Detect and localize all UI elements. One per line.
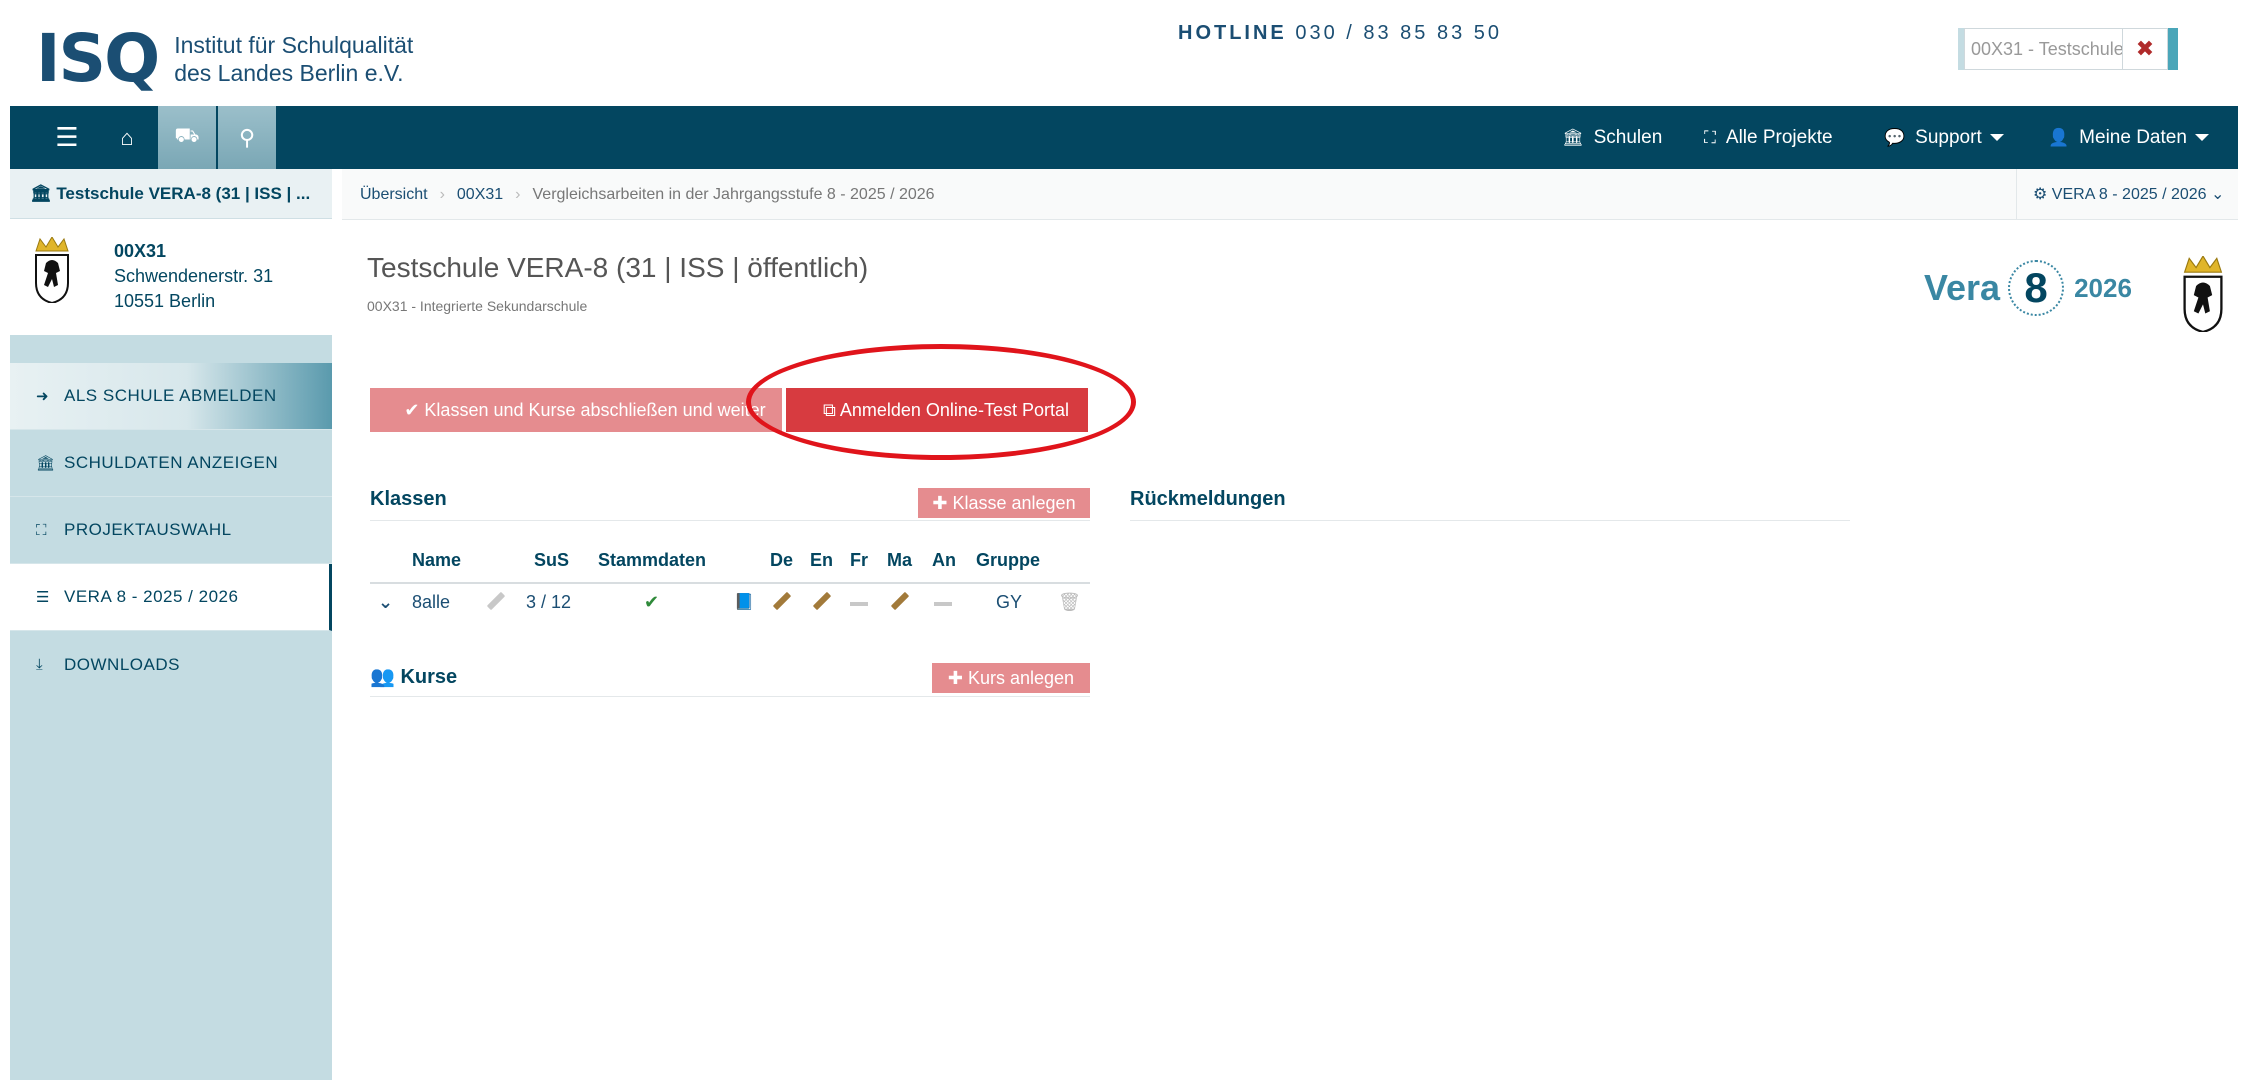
col-fr: Fr — [850, 550, 868, 570]
breadcrumb-current: Vergleichsarbeiten in der Jahrgangsstufe… — [532, 186, 935, 203]
bank-icon: 🏛 — [30, 184, 57, 203]
users-icon: 👥 — [370, 666, 401, 688]
sidebar-school-title[interactable]: 🏛 Testschule VERA-8 (31 | ISS | ... — [10, 169, 332, 219]
close-icon[interactable]: ✖ — [2122, 28, 2168, 70]
check-icon: ✔ — [644, 592, 660, 612]
chevron-down-icon: ⌄ — [2206, 186, 2225, 203]
gear-icon: ⚙ — [2033, 186, 2052, 203]
selected-school-chip: 00X31 - Testschule VERA-8 ✖ — [1958, 28, 2178, 70]
top-header: ISQ Institut für Schulqualität des Lande… — [10, 0, 2238, 106]
page-title: Testschule VERA-8 (31 | ISS | öffentlich… — [367, 252, 869, 283]
breadcrumb-separator: › — [439, 186, 445, 203]
search-icon[interactable]: ⚲ — [218, 106, 276, 169]
add-course-button[interactable]: ✚ Kurs anlegen — [932, 663, 1090, 693]
isq-logo[interactable]: ISQ Institut für Schulqualität des Lande… — [36, 24, 413, 94]
col-gruppe: Gruppe — [976, 550, 1041, 570]
main-navbar: ☰ ⌂ ⛟ ⚲ 🏛 Schulen ⛶ Alle Projekte 💬 Support… — [10, 106, 2238, 169]
kurse-title: 👥 Kurse — [370, 666, 458, 688]
edit-ma-icon[interactable] — [890, 591, 910, 611]
breadcrumb-overview[interactable]: Übersicht — [360, 169, 428, 220]
breadcrumb-separator: › — [515, 186, 521, 203]
chat-icon: 💬 — [1884, 127, 1906, 147]
class-name[interactable]: 8alle — [412, 592, 450, 613]
isq-logo-mark: ISQ — [36, 20, 160, 97]
divider — [370, 696, 1090, 697]
divider — [370, 520, 1090, 521]
download-icon: ⤓ — [36, 656, 44, 673]
user-icon: 👤 — [2048, 127, 2070, 147]
online-test-portal-button[interactable]: ⧉ Anmelden Online-Test Portal — [786, 388, 1088, 432]
chevron-down-icon — [2194, 134, 2209, 141]
klassen-title: Klassen — [370, 488, 447, 510]
col-name: Name — [412, 550, 462, 570]
book-icon[interactable]: 📘 — [734, 592, 754, 612]
sign-out-icon: ➜ — [36, 388, 50, 405]
edit-class-icon[interactable] — [486, 591, 506, 611]
sidebar: 🏛 Testschule VERA-8 (31 | ISS | ... 00X3… — [10, 169, 332, 1080]
school-address: 00X31 Schwendenerstr. 31 10551 Berlin — [114, 239, 273, 314]
bank-icon: 🏛 — [36, 455, 56, 472]
school-street: Schwendenerstr. 31 — [114, 266, 274, 286]
trash-icon[interactable]: 🗑 — [1058, 592, 1081, 613]
bank-icon: 🏛 — [1562, 127, 1584, 147]
page-subtitle: 00X31 - Integrierte Sekundarschule — [367, 298, 588, 314]
col-ma: Ma — [887, 550, 913, 570]
expand-chevron-icon[interactable]: ⌄ — [378, 592, 393, 613]
car-icon[interactable]: ⛟ — [158, 106, 216, 169]
selected-school-text[interactable]: 00X31 - Testschule VERA-8 — [1964, 28, 2122, 70]
school-card: 00X31 Schwendenerstr. 31 10551 Berlin — [10, 219, 332, 335]
nav-alle-projekte[interactable]: ⛶ Alle Projekte — [1704, 106, 1833, 169]
col-sus: SuS — [534, 550, 570, 570]
sitemap-icon: ⛶ — [36, 521, 48, 539]
list-icon: ☰ — [36, 589, 50, 606]
breadcrumb: Übersicht › 00X31 › Vergleichsarbeiten i… — [360, 169, 935, 220]
an-none-icon — [934, 602, 952, 606]
sidebar-item-schuldaten[interactable]: 🏛 SCHULDATEN ANZEIGEN — [10, 430, 332, 497]
breadcrumb-school[interactable]: 00X31 — [457, 169, 503, 220]
col-an: An — [932, 550, 956, 570]
edit-en-icon[interactable] — [812, 591, 832, 611]
school-code: 00X31 — [114, 241, 167, 261]
nav-meine-daten[interactable]: 👤 Meine Daten — [2048, 106, 2209, 169]
edit-de-icon[interactable] — [772, 591, 792, 611]
sidebar-item-logout[interactable]: ➜ ALS SCHULE ABMELDEN — [10, 363, 332, 430]
col-en: En — [810, 550, 834, 570]
sidebar-item-vera8[interactable]: ☰ VERA 8 - 2025 / 2026 — [10, 564, 332, 631]
sidebar-item-downloads[interactable]: ⤓ DOWNLOADS — [10, 631, 332, 698]
nav-support[interactable]: 💬 Support — [1884, 106, 2004, 169]
add-class-button[interactable]: ✚ Klasse anlegen — [918, 488, 1090, 518]
chevron-down-icon — [1989, 134, 2004, 141]
berlin-crest-icon — [2183, 256, 2223, 332]
sitemap-icon: ⛶ — [1704, 127, 1716, 147]
close-classes-button[interactable]: ✔ Klassen und Kurse abschließen und weit… — [370, 388, 782, 432]
hotline: HOTLINE 030 / 83 85 83 50 — [1178, 22, 1503, 44]
vera-logo: Vera 8 2026 — [1924, 260, 2132, 316]
col-de: De — [770, 550, 794, 570]
berlin-crest-icon — [35, 237, 69, 303]
main-content: Testschule VERA-8 (31 | ISS | öffentlich… — [342, 220, 2238, 1080]
fr-none-icon — [850, 602, 868, 606]
table-header-divider — [370, 582, 1090, 584]
rueckmeldungen-title: Rückmeldungen — [1130, 488, 1286, 510]
menu-icon[interactable]: ☰ — [38, 106, 96, 169]
col-stammdaten: Stammdaten — [598, 550, 707, 570]
isq-logo-text: Institut für Schulqualität des Landes Be… — [174, 32, 414, 86]
home-icon[interactable]: ⌂ — [98, 106, 156, 169]
class-gruppe: GY — [996, 592, 1023, 612]
chip-edge — [2168, 28, 2178, 70]
class-sus: 3 / 12 — [526, 592, 572, 612]
sidebar-item-projektauswahl[interactable]: ⛶ PROJEKTAUSWAHL — [10, 497, 332, 564]
breadcrumb-bar: Übersicht › 00X31 › Vergleichsarbeiten i… — [342, 169, 2238, 220]
school-city: 10551 Berlin — [114, 291, 216, 311]
divider — [1130, 520, 1850, 521]
nav-schulen[interactable]: 🏛 Schulen — [1562, 106, 1662, 169]
project-select[interactable]: ⚙ VERA 8 - 2025 / 2026 ⌄ — [2016, 169, 2238, 220]
